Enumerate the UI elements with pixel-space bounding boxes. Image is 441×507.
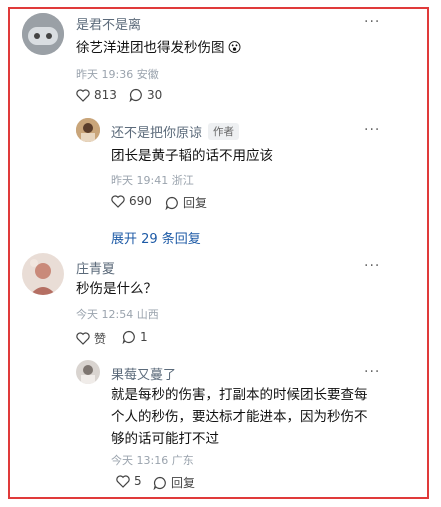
like-count: 5	[134, 474, 142, 488]
reply-username: 还不是把你原谅 作者	[111, 122, 240, 141]
reply-username-text[interactable]: 还不是把你原谅	[111, 122, 202, 141]
like-button[interactable]: 813	[76, 88, 117, 102]
reply-count: 30	[147, 88, 163, 102]
comment-bubble-icon	[129, 88, 143, 102]
more-options-button[interactable]: ···	[364, 122, 380, 138]
like-label: 赞	[94, 332, 107, 346]
comment-text-content: 徐艺洋进团也得发秒伤图	[76, 40, 225, 56]
comment-username[interactable]: 是君不是离	[76, 14, 141, 33]
reply-button[interactable]: 回复	[153, 474, 195, 491]
avatar[interactable]	[22, 13, 64, 55]
avatar[interactable]	[76, 118, 100, 142]
comment-text: 秒伤是什么？	[76, 281, 157, 297]
reply-meta: 昨天 19:41 浙江	[111, 174, 194, 187]
reply-text-line: 就是每秒的伤害，打副本的时候团长要查每	[111, 387, 368, 403]
comment-text: 徐艺洋进团也得发秒伤图 😮	[76, 37, 242, 59]
reply-text-line: 够的话可能打不过	[111, 431, 219, 447]
expand-replies-link[interactable]: 展开 29 条回复	[111, 228, 201, 247]
comment-meta: 昨天 19:36 安徽	[76, 68, 159, 81]
reply-button[interactable]: 回复	[165, 194, 207, 211]
heart-icon	[116, 474, 130, 488]
more-options-button[interactable]: ···	[364, 14, 380, 30]
comment-bubble-icon	[122, 330, 136, 344]
comment-bubble-icon	[153, 476, 167, 490]
reply-meta: 今天 13:16 广东	[111, 454, 194, 467]
heart-icon	[76, 88, 90, 102]
comment-meta: 今天 12:54 山西	[76, 308, 159, 321]
more-options-button[interactable]: ···	[364, 364, 380, 380]
avatar[interactable]	[22, 253, 64, 295]
like-button[interactable]: 赞	[76, 330, 106, 347]
reply-text-line: 个人的秒伤，要达标才能进本，因为秒伤不	[111, 409, 368, 425]
like-count: 813	[94, 88, 117, 102]
reply-count-button[interactable]: 30	[129, 88, 162, 102]
heart-icon	[76, 332, 90, 345]
reply-label: 回复	[171, 476, 196, 490]
reply-text: 就是每秒的伤害，打副本的时候团长要查每 个人的秒伤，要达标才能进本，因为秒伤不 …	[111, 384, 386, 450]
like-count: 690	[129, 194, 152, 208]
reply-label: 回复	[183, 196, 208, 210]
reply-count-button[interactable]: 1	[122, 330, 148, 344]
more-options-button[interactable]: ···	[364, 258, 380, 274]
avatar[interactable]	[76, 360, 100, 384]
heart-icon	[111, 194, 125, 208]
reply-username[interactable]: 果莓又蔓了	[111, 364, 176, 383]
reply-count: 1	[140, 330, 148, 344]
comment-username[interactable]: 庄青夏	[76, 258, 115, 277]
like-button[interactable]: 690	[111, 194, 152, 208]
emoji: 😮	[227, 40, 242, 56]
comment-bubble-icon	[165, 196, 179, 210]
author-badge: 作者	[208, 123, 240, 140]
like-button[interactable]: 5	[116, 474, 142, 488]
reply-text: 团长是黄子韬的话不用应该	[111, 148, 273, 164]
